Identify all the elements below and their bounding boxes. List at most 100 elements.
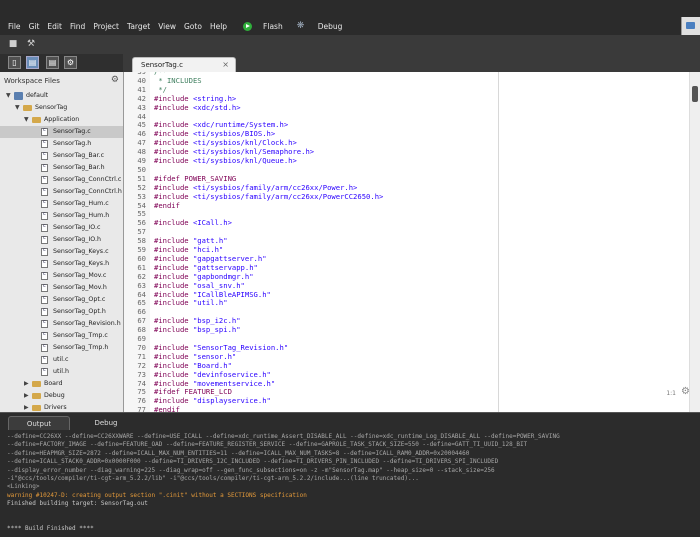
menu-edit[interactable]: Edit [47, 22, 62, 31]
tree-file-item[interactable]: SensorTag_Opt.h [0, 306, 123, 318]
tree-file-item[interactable]: SensorTag_Bar.h [0, 162, 123, 174]
tree-file-item[interactable]: SensorTag_ConnCtrl.h [0, 186, 123, 198]
console-line: --define=HEAPMGR_SIZE=2872 --define=ICAL… [7, 449, 470, 457]
menu-target[interactable]: Target [127, 22, 150, 31]
c-file-icon [41, 163, 48, 172]
menu-find[interactable]: Find [70, 22, 85, 31]
c-file-icon [41, 151, 48, 160]
tree-file-item[interactable]: util.h [0, 366, 123, 378]
save-icon[interactable]: ■ [8, 39, 18, 49]
editor-scrollbar[interactable] [689, 72, 700, 412]
tree-folder-item[interactable]: ▼ SensorTag [0, 102, 123, 114]
debug-label: Debug [317, 21, 343, 31]
tree-folder-item[interactable]: ▼ default [0, 90, 123, 102]
c-file-icon [41, 367, 48, 376]
code-text: #include <ti/sysbios/family/arm/cc26xx/P… [154, 191, 384, 201]
tree-item-label: SensorTag_Mov.c [53, 272, 107, 279]
tree-item-label: default [26, 92, 49, 99]
flash-label: Flash [263, 21, 283, 31]
chevron-down-icon[interactable]: ▼ [15, 102, 20, 114]
tree-file-item[interactable]: SensorTag_Tmp.h [0, 342, 123, 354]
tree-folder-item[interactable]: ▶ Board [0, 378, 123, 390]
workspace-panel: Workspace Files ⚙ ▼ default ▼ SensorTag ▼ App… [0, 72, 124, 412]
folder-icon [32, 405, 41, 411]
folder-icon [32, 381, 41, 387]
editor-gear-icon[interactable]: ⚙ [681, 386, 690, 397]
menu-file[interactable]: File [8, 22, 21, 31]
toggle-sidebar-icon[interactable]: ▯ [8, 56, 21, 69]
menu-git[interactable]: Git [29, 22, 40, 31]
tree-file-item[interactable]: SensorTag.h [0, 138, 123, 150]
editor-tab-bar: SensorTag.c × [124, 54, 700, 72]
tree-file-item[interactable]: SensorTag_Hum.c [0, 198, 123, 210]
c-file-icon [41, 199, 48, 208]
tree-item-label: SensorTag.c [53, 128, 91, 135]
flash-button[interactable]: Flash [235, 21, 283, 31]
tree-folder-item[interactable]: ▼ Application [0, 114, 123, 126]
tree-file-item[interactable]: SensorTag_Keys.h [0, 258, 123, 270]
tree-file-item[interactable]: SensorTag_Opt.c [0, 294, 123, 306]
c-file-icon [41, 247, 48, 256]
tree-item-label: SensorTag_ConnCtrl.h [53, 188, 122, 195]
tree-item-label: SensorTag_Bar.h [53, 164, 105, 171]
menu-view[interactable]: View [158, 22, 176, 31]
tree-item-label: SensorTag_Keys.c [53, 248, 109, 255]
c-file-icon [41, 211, 48, 220]
tree-file-item[interactable]: SensorTag_IO.c [0, 222, 123, 234]
tree-item-label: SensorTag_Hum.c [53, 200, 109, 207]
menu-goto[interactable]: Goto [184, 22, 202, 31]
tree-file-item[interactable]: util.c [0, 354, 123, 366]
tree-file-item[interactable]: SensorTag_Hum.h [0, 210, 123, 222]
tab-debug[interactable]: Debug [86, 416, 126, 431]
chevron-right-icon[interactable]: ▶ [24, 402, 29, 412]
tree-file-item[interactable]: SensorTag_IO.h [0, 234, 123, 246]
flash-icon [243, 21, 253, 31]
tree-file-item[interactable]: SensorTag_ConnCtrl.c [0, 174, 123, 186]
scrollbar-thumb[interactable] [692, 86, 698, 102]
tree-folder-item[interactable]: ▶ Debug [0, 390, 123, 402]
chevron-down-icon[interactable]: ▼ [24, 114, 29, 126]
tree-file-item[interactable]: SensorTag.c [0, 126, 123, 138]
code-editor[interactable]: 39/** 40 * INCLUDES41 */42#include <stri… [124, 72, 700, 412]
tree-file-item[interactable]: SensorTag_Keys.c [0, 246, 123, 258]
c-file-icon [41, 259, 48, 268]
tree-file-item[interactable]: SensorTag_Bar.c [0, 150, 123, 162]
tree-item-label: Debug [44, 392, 65, 399]
editor-tab-sensortag-c[interactable]: SensorTag.c × [132, 57, 236, 72]
tree-file-item[interactable]: SensorTag_Tmp.c [0, 330, 123, 342]
workspace-gear-icon[interactable]: ⚙ [111, 75, 119, 85]
menu-help[interactable]: Help [210, 22, 227, 31]
chevron-right-icon[interactable]: ▶ [24, 390, 29, 402]
tree-file-item[interactable]: SensorTag_Mov.h [0, 282, 123, 294]
menu-project[interactable]: Project [93, 22, 119, 31]
code-text: #include <ti/sysbios/knl/Queue.h> [154, 156, 297, 165]
console-line: --define=ICALL_STACK0_ADDR=0x0000F000 --… [7, 458, 499, 466]
tree-item-label: SensorTag [35, 104, 68, 111]
code-text: #endif [154, 200, 180, 210]
tree-file-item[interactable]: SensorTag_Revision.h [0, 318, 123, 330]
c-file-icon [41, 343, 48, 352]
settings-gear-icon[interactable]: ⚙ [64, 56, 77, 69]
code-text: #include <xdc/std.h> [154, 102, 241, 112]
console-line: --display_error_number --diag_warning=22… [7, 466, 495, 474]
chevron-right-icon[interactable]: ▶ [24, 378, 29, 390]
debug-button[interactable]: ❋ Debug [289, 21, 343, 31]
c-file-icon [41, 187, 48, 196]
c-file-icon [41, 175, 48, 184]
tree-file-item[interactable]: SensorTag_Mov.c [0, 270, 123, 282]
output-console: --define=CC26XX --define=CC26XXWARE --de… [0, 430, 700, 537]
print-margin [498, 72, 499, 412]
tree-item-label: SensorTag_IO.h [53, 236, 101, 243]
chevron-down-icon[interactable]: ▼ [6, 90, 11, 102]
perspective-button[interactable] [681, 17, 700, 35]
console-line: warning #10247-D: creating output sectio… [7, 491, 307, 499]
code-text: #include "bsp_spi.h" [154, 325, 241, 335]
tree-item-label: SensorTag_Revision.h [53, 320, 121, 327]
outline-icon[interactable]: ▤ [46, 56, 59, 69]
tree-folder-item[interactable]: ▶ Drivers [0, 402, 123, 412]
tab-output[interactable]: Output [8, 416, 70, 431]
close-tab-icon[interactable]: × [222, 58, 229, 72]
build-hammer-icon[interactable]: ⚒ [26, 39, 36, 49]
code-text: #include <ICall.h> [154, 218, 232, 228]
workspace-files-icon[interactable]: ▤ [26, 56, 39, 69]
